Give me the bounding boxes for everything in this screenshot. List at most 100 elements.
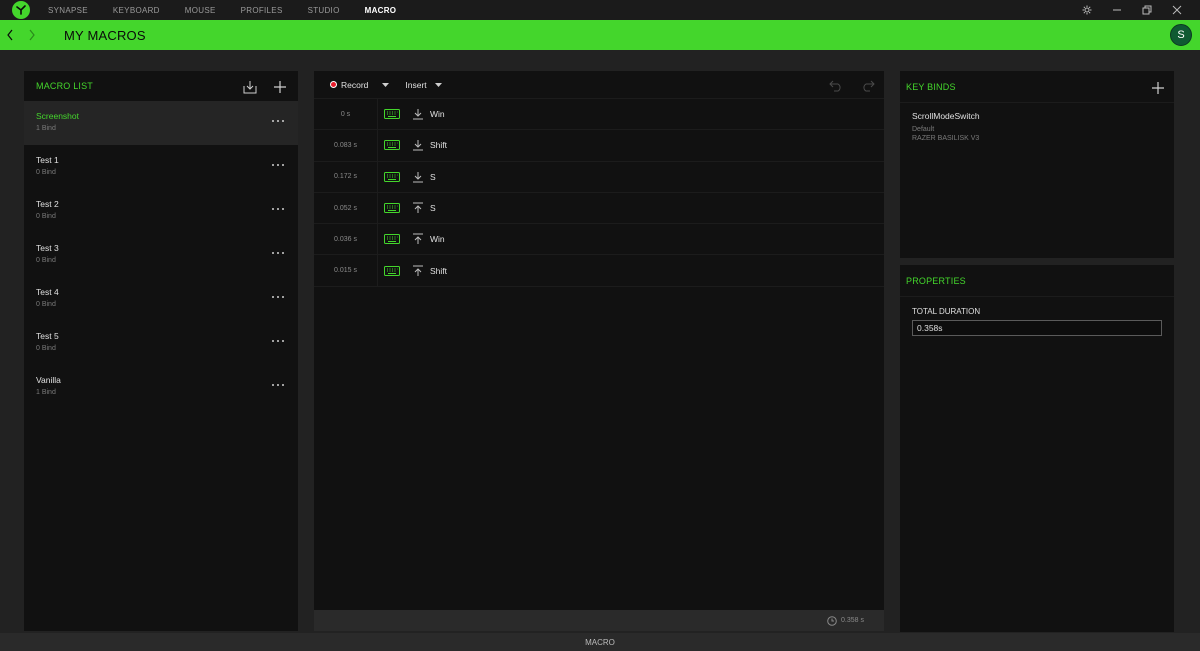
nav-tab-studio[interactable]: STUDIO [308,6,340,15]
bottom-bar-label: MACRO [585,637,615,647]
keyboard-icon [384,109,400,120]
event-delay: 0.052 s [314,192,378,224]
key-bind-entry[interactable]: ScrollModeSwitch Default RAZER BASILISK … [900,103,1174,143]
key-up-arrow-icon [413,202,423,214]
more-options-icon[interactable] [272,336,284,346]
record-button[interactable]: Record [330,80,368,90]
properties-panel: PROPERTIES TOTAL DURATION [900,265,1174,632]
macro-bind-count: 0 Bind [36,169,56,176]
import-icon[interactable] [242,79,258,95]
keyboard-icon [384,140,400,151]
more-options-icon[interactable] [272,292,284,302]
macro-name: Vanilla [36,375,61,385]
event-key: Shift [430,265,448,276]
add-macro-icon[interactable] [272,79,288,95]
macro-list-item-test-3[interactable]: Test 3 0 Bind [24,233,298,277]
record-dot-icon [330,81,337,88]
event-delay: 0 s [314,99,378,130]
bottom-status-bar: MACRO [0,633,1200,651]
macro-list-item-test-5[interactable]: Test 5 0 Bind [24,321,298,365]
macro-list-item-test-2[interactable]: Test 2 0 Bind [24,189,298,233]
more-options-icon[interactable] [272,116,284,126]
macro-list-item-test-1[interactable]: Test 1 0 Bind [24,145,298,189]
key-up-arrow-icon [413,265,423,276]
macro-bind-count: 1 Bind [36,389,56,396]
nav-tab-mouse[interactable]: MOUSE [185,6,216,15]
editor-toolbar: Record Insert [314,71,884,99]
restore-icon[interactable] [1132,0,1162,20]
more-options-icon[interactable] [272,248,284,258]
macro-bind-count: 0 Bind [36,345,56,352]
keyboard-icon [384,171,400,182]
user-avatar[interactable]: S [1170,24,1192,46]
macro-list-title: MACRO LIST [36,81,94,91]
page-header: MY MACROS S [0,20,1200,50]
record-dropdown-chevron-down-icon[interactable] [382,81,390,88]
event-key: S [430,203,436,214]
add-key-bind-icon[interactable] [1150,80,1166,96]
back-arrow-icon[interactable] [4,20,16,50]
macro-bind-count: 0 Bind [36,301,56,308]
keyboard-icon [384,265,400,276]
top-nav: SYNAPSE KEYBOARD MOUSE PROFILES STUDIO M… [0,0,1200,20]
macro-list-item-screenshot[interactable]: Screenshot 1 Bind [24,101,298,145]
properties-title: PROPERTIES [906,275,966,286]
insert-dropdown-chevron-down-icon[interactable] [434,81,442,88]
macro-list-item-test-4[interactable]: Test 4 0 Bind [24,277,298,321]
event-key: Shift [430,140,448,151]
event-delay: 0.015 s [314,255,378,286]
event-delay: 0.083 s [314,130,378,161]
minimize-icon[interactable] [1102,0,1132,20]
macro-name: Test 5 [36,331,59,341]
key-up-arrow-icon [413,233,423,245]
macro-bind-count: 0 Bind [36,257,56,264]
undo-icon[interactable] [828,77,844,93]
macro-name: Screenshot [36,111,79,121]
macro-event-row[interactable]: 0.036 s Win [314,224,884,256]
macro-list-item-vanilla[interactable]: Vanilla 1 Bind [24,365,298,409]
more-options-icon[interactable] [272,160,284,170]
close-icon[interactable] [1162,0,1192,20]
macro-event-row[interactable]: 0.083 s Shift [314,130,884,162]
total-duration-label: TOTAL DURATION [912,307,981,316]
event-key: S [430,171,436,182]
editor-footer: 0.358 s [314,610,884,631]
insert-label: Insert [405,79,427,90]
more-options-icon[interactable] [272,204,284,214]
nav-tab-keyboard[interactable]: KEYBOARD [113,6,160,15]
redo-icon[interactable] [860,77,876,93]
macro-event-row[interactable]: 0.052 s S [314,192,884,225]
key-bind-name: ScrollModeSwitch [912,111,980,121]
more-options-icon[interactable] [272,380,284,390]
macro-event-row[interactable]: 0.015 s Shift [314,255,884,287]
total-duration-input[interactable] [912,320,1162,336]
macro-bind-count: 0 Bind [36,213,56,220]
macro-list-panel: MACRO LIST Screenshot 1 Bind Test 1 0 Bi… [24,71,298,631]
macro-event-row[interactable]: 0 s Win [314,99,884,131]
event-key: Win [430,234,445,245]
key-binds-title: KEY BINDS [906,81,956,92]
macro-list-header: MACRO LIST [24,71,298,101]
macro-name: Test 4 [36,287,59,297]
record-label: Record [341,79,369,90]
key-down-arrow-icon [413,140,423,151]
event-delay: 0.172 s [314,161,378,192]
macro-name: Test 1 [36,155,59,165]
key-binds-panel: KEY BINDS ScrollModeSwitch Default RAZER… [900,71,1174,258]
insert-button[interactable]: Insert [405,80,426,90]
properties-header: PROPERTIES [900,265,1174,297]
razer-logo-icon[interactable] [12,1,30,19]
macro-event-row[interactable]: 0.172 s S [314,161,884,193]
settings-gear-icon[interactable] [1072,0,1102,20]
macro-name: Test 3 [36,243,59,253]
nav-tab-profiles[interactable]: PROFILES [241,6,283,15]
window-controls [1072,0,1192,20]
key-bind-profile: Default [912,126,935,133]
nav-tab-macro[interactable]: MACRO [365,6,397,15]
nav-tab-synapse[interactable]: SYNAPSE [48,6,88,15]
keyboard-icon [384,203,400,214]
key-down-arrow-icon [413,171,423,183]
footer-total-duration: 0.358 s [841,617,864,624]
macro-name: Test 2 [36,199,59,209]
forward-arrow-icon[interactable] [26,20,38,50]
